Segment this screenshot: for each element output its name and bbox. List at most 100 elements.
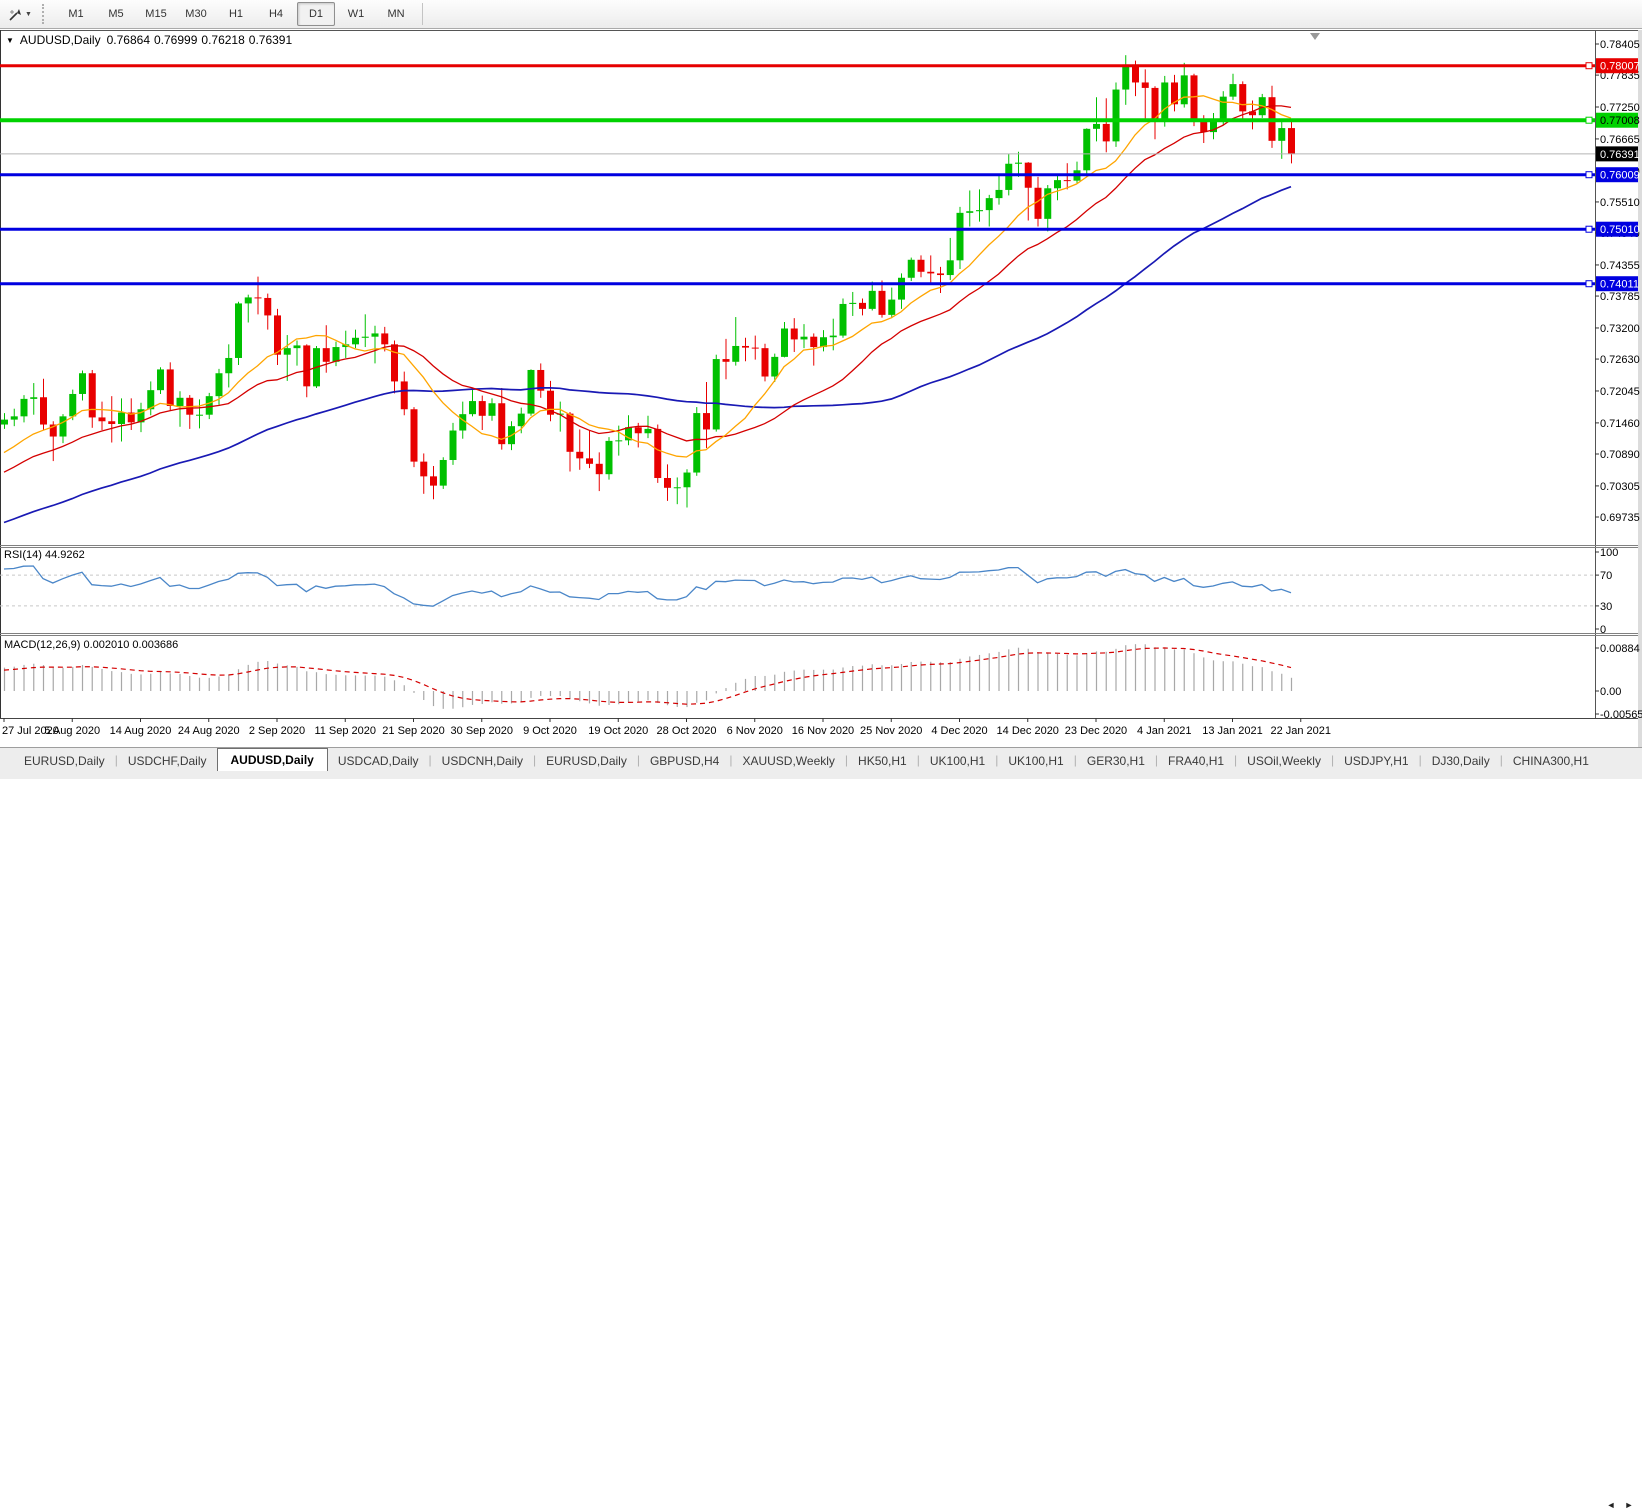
candle-body bbox=[372, 333, 379, 336]
candle-body bbox=[908, 260, 915, 278]
moving-averages-layer bbox=[4, 96, 1291, 523]
top-toolbar: ▼ M1M5M15M30H1H4D1W1MN bbox=[0, 0, 1642, 29]
chart-tab-eurusd-daily[interactable]: EURUSD,Daily bbox=[536, 750, 637, 771]
date-axis-label: 21 Sep 2020 bbox=[382, 725, 444, 737]
candle-body bbox=[177, 398, 184, 406]
candle-body bbox=[157, 369, 164, 390]
price-axis-label: 0.73785 bbox=[1600, 291, 1640, 303]
ohlc-open: 0.76864 bbox=[107, 33, 150, 47]
candle-body bbox=[1230, 84, 1237, 97]
candle-body bbox=[1161, 82, 1168, 120]
candle-body bbox=[303, 345, 310, 386]
timeframe-button-m5[interactable]: M5 bbox=[97, 2, 135, 26]
candle-body bbox=[918, 260, 925, 272]
candle-body bbox=[840, 304, 847, 336]
candle-body bbox=[479, 401, 486, 416]
timeframe-button-m30[interactable]: M30 bbox=[177, 2, 215, 26]
candle-body bbox=[469, 401, 476, 414]
chart-tab-usdcnh-daily[interactable]: USDCNH,Daily bbox=[432, 750, 533, 771]
candle-body bbox=[586, 458, 593, 463]
timeframe-button-h4[interactable]: H4 bbox=[257, 2, 295, 26]
chart-tab-gbpusd-h4[interactable]: GBPUSD,H4 bbox=[640, 750, 729, 771]
candle-body bbox=[1015, 163, 1022, 164]
candle-body bbox=[284, 348, 291, 355]
candle-body bbox=[713, 359, 720, 429]
hline-price-badge-label: 0.78007 bbox=[1600, 61, 1640, 73]
candle-body bbox=[742, 346, 749, 348]
chart-tab-ger30-h1[interactable]: GER30,H1 bbox=[1077, 750, 1155, 771]
candle-body bbox=[898, 278, 905, 300]
candles-layer bbox=[1, 55, 1295, 507]
candle-body bbox=[11, 416, 18, 419]
hline-handle[interactable] bbox=[1586, 226, 1592, 232]
tabs-scroll-left-icon[interactable]: ◄ bbox=[1604, 1500, 1618, 1510]
candle-body bbox=[596, 464, 603, 474]
candle-body bbox=[1, 420, 8, 425]
hline-handle[interactable] bbox=[1586, 172, 1592, 178]
timeframe-button-d1[interactable]: D1 bbox=[297, 2, 335, 26]
candle-body bbox=[89, 373, 96, 417]
candle-body bbox=[684, 473, 691, 488]
toolbar-grip[interactable] bbox=[42, 4, 50, 24]
candle-body bbox=[674, 487, 681, 488]
date-axis-label: 2 Sep 2020 bbox=[249, 725, 305, 737]
date-axis-label: 13 Jan 2021 bbox=[1202, 725, 1263, 737]
candle-body bbox=[381, 333, 388, 344]
candle-body bbox=[937, 273, 944, 275]
candle-body bbox=[79, 373, 86, 394]
candle-body bbox=[323, 348, 330, 362]
hline-handle[interactable] bbox=[1586, 117, 1592, 123]
chart-tab-usoil-weekly[interactable]: USOil,Weekly bbox=[1237, 750, 1331, 771]
candle-body bbox=[255, 297, 262, 298]
cursor-tool-button[interactable]: ▼ bbox=[2, 1, 38, 27]
tabs-scroll-right-icon[interactable]: ► bbox=[1622, 1500, 1636, 1510]
chart-tab-uk100-h1[interactable]: UK100,H1 bbox=[920, 750, 995, 771]
chart-tab-dj30-daily[interactable]: DJ30,Daily bbox=[1422, 750, 1500, 771]
macd-axis-label: 0.00 bbox=[1600, 686, 1621, 698]
candle-body bbox=[869, 291, 876, 309]
candle-body bbox=[401, 381, 408, 409]
ohlc-close: 0.76391 bbox=[249, 33, 292, 47]
chart-tab-xauusd-weekly[interactable]: XAUUSD,Weekly bbox=[732, 750, 844, 771]
chart-tab-usdchf-daily[interactable]: USDCHF,Daily bbox=[118, 750, 217, 771]
hline-handle[interactable] bbox=[1586, 63, 1592, 69]
candle-body bbox=[206, 396, 213, 415]
price-axis-label: 0.70890 bbox=[1600, 449, 1640, 461]
date-axis-label: 28 Oct 2020 bbox=[657, 725, 717, 737]
ohlc-low: 0.76218 bbox=[201, 33, 244, 47]
chart-canvas[interactable]: 0.784050.778350.772500.766650.760800.755… bbox=[0, 30, 1642, 747]
hline-handle[interactable] bbox=[1586, 281, 1592, 287]
timeframe-button-h1[interactable]: H1 bbox=[217, 2, 255, 26]
date-axis-label: 14 Aug 2020 bbox=[110, 725, 172, 737]
timeframe-button-w1[interactable]: W1 bbox=[337, 2, 375, 26]
candle-body bbox=[693, 413, 700, 472]
chart-tab-usdjpy-h1[interactable]: USDJPY,H1 bbox=[1334, 750, 1418, 771]
chart-tab-hk50-h1[interactable]: HK50,H1 bbox=[848, 750, 917, 771]
timeframe-button-mn[interactable]: MN bbox=[377, 2, 415, 26]
candle-body bbox=[518, 414, 525, 427]
ma-slow-line bbox=[4, 187, 1291, 523]
candle-body bbox=[732, 346, 739, 362]
candle-body bbox=[986, 198, 993, 210]
timeframe-button-m15[interactable]: M15 bbox=[137, 2, 175, 26]
candle-body bbox=[528, 370, 535, 414]
chart-tab-uk100-h1[interactable]: UK100,H1 bbox=[998, 750, 1073, 771]
candle-body bbox=[1220, 97, 1227, 122]
hline-price-badge-label: 0.75010 bbox=[1600, 224, 1640, 236]
candle-body bbox=[947, 260, 954, 275]
crosshair-cursor-icon bbox=[8, 7, 23, 22]
candle-body bbox=[635, 427, 642, 433]
chart-tab-fra40-h1[interactable]: FRA40,H1 bbox=[1158, 750, 1234, 771]
chart-tab-audusd-daily[interactable]: AUDUSD,Daily bbox=[217, 748, 328, 771]
timeframe-button-m1[interactable]: M1 bbox=[57, 2, 95, 26]
chart-tab-usdcad-daily[interactable]: USDCAD,Daily bbox=[328, 750, 429, 771]
date-axis-label: 24 Aug 2020 bbox=[178, 725, 240, 737]
macd-panel: 0.008840.00-0.005651 bbox=[4, 643, 1642, 721]
chart-tab-eurusd-daily[interactable]: EURUSD,Daily bbox=[14, 750, 115, 771]
chart-tab-china300-h1[interactable]: CHINA300,H1 bbox=[1503, 750, 1599, 771]
chart-menu-icon[interactable]: ▼ bbox=[6, 36, 14, 45]
price-axis-label: 0.75510 bbox=[1600, 197, 1640, 209]
price-axis-label: 0.72045 bbox=[1600, 386, 1640, 398]
chart-tab-bar: EURUSD,Daily|USDCHF,DailyAUDUSD,DailyUSD… bbox=[0, 747, 1642, 779]
chart-window[interactable]: 0.784050.778350.772500.766650.760800.755… bbox=[0, 30, 1642, 747]
